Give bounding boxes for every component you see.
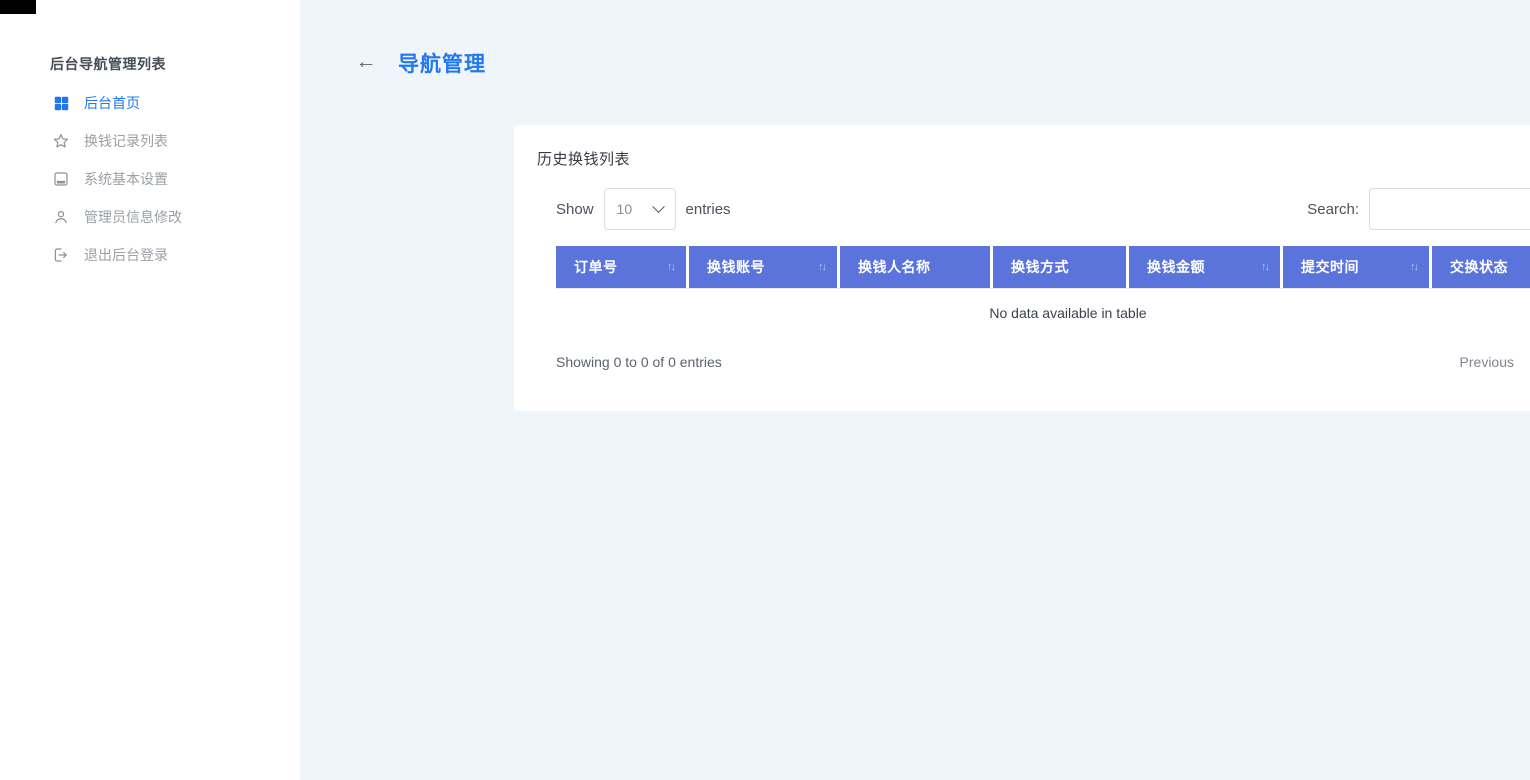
column-header-order-id[interactable]: 订单号 ↑↓ bbox=[556, 246, 686, 288]
table-footer: Showing 0 to 0 of 0 entries Previous bbox=[556, 354, 1530, 370]
table-controls: Show 10 entries Search: bbox=[556, 188, 1530, 230]
search-input[interactable] bbox=[1369, 188, 1530, 230]
sidebar-item-label: 管理员信息修改 bbox=[84, 207, 182, 227]
page-title: 导航管理 bbox=[398, 48, 486, 78]
empty-table-message: No data available in table bbox=[556, 288, 1530, 336]
sidebar-item-label: 换钱记录列表 bbox=[84, 131, 168, 151]
page-header: ← 导航管理 bbox=[300, 0, 1530, 100]
sidebar-title: 后台导航管理列表 bbox=[50, 54, 166, 74]
column-header-exchanger-name[interactable]: 换钱人名称 bbox=[840, 246, 990, 288]
column-header-exchange-amount[interactable]: 换钱金额 ↑↓ bbox=[1129, 246, 1280, 288]
star-icon bbox=[52, 132, 70, 150]
sort-icon[interactable]: ↑↓ bbox=[667, 261, 674, 273]
sidebar-menu: 后台首页 换钱记录列表 系统基本设置 bbox=[0, 84, 300, 274]
sidebar-item-label: 系统基本设置 bbox=[84, 169, 168, 189]
column-header-exchange-account[interactable]: 换钱账号 ↑↓ bbox=[689, 246, 837, 288]
table-header-row: 订单号 ↑↓ 换钱账号 ↑↓ 换钱人名称 换钱方式 换钱金额 ↑↓ bbox=[556, 246, 1530, 288]
main-area: ← 导航管理 历史换钱列表 Show 10 entries Search: bbox=[300, 0, 1530, 780]
page-length-select[interactable]: 10 bbox=[604, 188, 676, 230]
back-arrow-icon[interactable]: ← bbox=[354, 48, 378, 76]
grid-icon bbox=[52, 94, 70, 112]
sort-icon[interactable]: ↑↓ bbox=[818, 261, 825, 273]
sort-icon[interactable]: ↑↓ bbox=[1410, 261, 1417, 273]
sidebar-item-system-settings[interactable]: 系统基本设置 bbox=[0, 160, 300, 198]
table-info: Showing 0 to 0 of 0 entries bbox=[556, 354, 722, 370]
monitor-icon bbox=[52, 170, 70, 188]
page-length-value: 10 bbox=[617, 201, 633, 217]
column-header-exchange-status[interactable]: 交换状态 bbox=[1432, 246, 1530, 288]
datatable-zone: Show 10 entries Search: 订单号 ↑↓ 换钱账 bbox=[556, 188, 1530, 370]
history-exchange-card: 历史换钱列表 Show 10 entries Search: 订单号 bbox=[514, 125, 1530, 411]
search-label: Search: bbox=[1307, 201, 1359, 218]
sidebar-item-admin-info[interactable]: 管理员信息修改 bbox=[0, 198, 300, 236]
user-icon bbox=[52, 208, 70, 226]
sidebar-item-logout[interactable]: 退出后台登录 bbox=[0, 236, 300, 274]
chevron-down-icon bbox=[652, 200, 665, 213]
sidebar: 后台导航管理列表 后台首页 换钱记录列表 bbox=[0, 0, 300, 780]
column-header-exchange-method[interactable]: 换钱方式 bbox=[993, 246, 1126, 288]
show-label: Show bbox=[556, 201, 594, 218]
entries-label: entries bbox=[686, 201, 731, 218]
column-header-submit-time[interactable]: 提交时间 ↑↓ bbox=[1283, 246, 1429, 288]
search-group: Search: bbox=[1307, 188, 1530, 230]
sidebar-item-exchange-records[interactable]: 换钱记录列表 bbox=[0, 122, 300, 160]
sidebar-item-label: 后台首页 bbox=[84, 93, 140, 113]
previous-page-button[interactable]: Previous bbox=[1460, 354, 1514, 370]
sidebar-item-dashboard[interactable]: 后台首页 bbox=[0, 84, 300, 122]
sidebar-item-label: 退出后台登录 bbox=[84, 245, 168, 265]
screen-corner-artifact bbox=[0, 0, 36, 14]
logout-icon bbox=[52, 246, 70, 264]
card-title: 历史换钱列表 bbox=[537, 148, 630, 169]
sort-icon[interactable]: ↑↓ bbox=[1261, 261, 1268, 273]
